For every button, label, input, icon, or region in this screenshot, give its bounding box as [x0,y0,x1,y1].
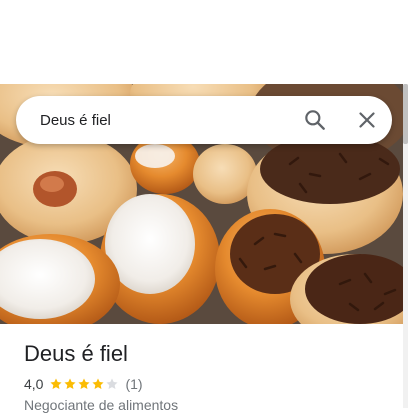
map-area-blank [0,0,408,84]
search-input[interactable] [40,108,290,132]
place-category: Negociante de alimentos [24,397,179,413]
close-button[interactable] [354,107,380,133]
rating-row[interactable]: 4,0 (1) [24,375,143,393]
scrollbar-thumb[interactable] [403,84,408,144]
review-count[interactable]: (1) [125,376,142,392]
star-filled-icon [64,378,77,390]
star-filled-icon [50,378,63,390]
star-filled-icon [78,378,91,390]
place-title: Deus é fiel [24,341,128,366]
search-box[interactable] [16,96,392,144]
star-filled-icon [92,378,105,390]
star-empty-icon [106,378,119,390]
rating-value: 4,0 [24,376,44,392]
close-icon [359,112,375,128]
search-icon [305,110,325,130]
rating-stars [49,377,119,391]
search-button[interactable] [302,107,328,133]
